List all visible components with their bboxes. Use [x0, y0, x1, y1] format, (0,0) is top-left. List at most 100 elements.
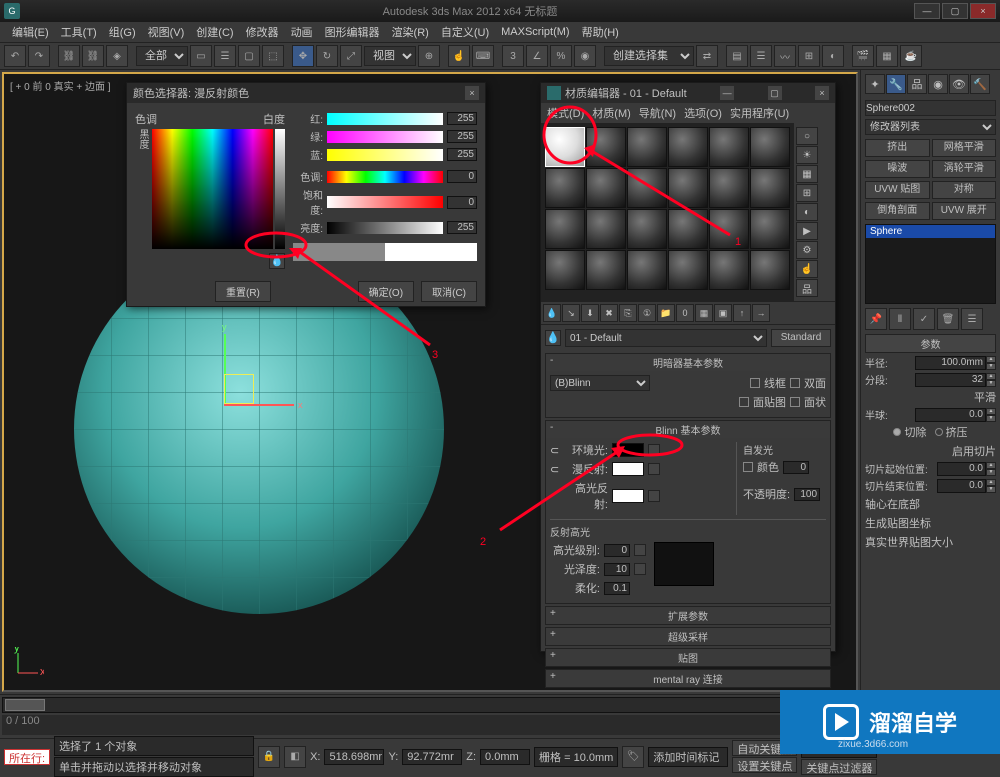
- put-to-scene-icon[interactable]: ↘: [562, 304, 580, 322]
- go-parent-icon[interactable]: ↑: [733, 304, 751, 322]
- slicefrom-field[interactable]: 0.0: [937, 462, 986, 476]
- layers-button[interactable]: ☰: [750, 45, 772, 67]
- me-menu-material[interactable]: 材质(M): [592, 105, 631, 121]
- specular-swatch[interactable]: [612, 489, 644, 503]
- make-preview-icon[interactable]: ▶: [796, 222, 818, 240]
- material-slot[interactable]: [586, 168, 626, 208]
- radius-up[interactable]: ▲: [986, 356, 996, 363]
- material-slot[interactable]: [709, 250, 749, 290]
- tab-utilities-icon[interactable]: 🔨: [970, 74, 990, 94]
- me-menu-modes[interactable]: 模式(D): [547, 105, 584, 121]
- selfillum-color-checkbox[interactable]: [743, 462, 753, 472]
- me-close-button[interactable]: ×: [815, 86, 829, 100]
- unlink-button[interactable]: ⛓: [82, 45, 104, 67]
- mod-btn-uvwmap[interactable]: UVW 贴图: [865, 181, 930, 199]
- selfillum-field[interactable]: 0: [783, 461, 809, 474]
- material-slot[interactable]: [545, 209, 585, 249]
- facemap-checkbox[interactable]: [739, 397, 749, 407]
- percent-snap-button[interactable]: %: [550, 45, 572, 67]
- redo-button[interactable]: ↷: [28, 45, 50, 67]
- 2sided-checkbox[interactable]: [790, 378, 800, 388]
- material-slot[interactable]: [750, 250, 790, 290]
- hemi-dn[interactable]: ▼: [986, 415, 996, 422]
- rollout-extended[interactable]: 扩展参数: [546, 607, 830, 624]
- material-slot[interactable]: [586, 127, 626, 167]
- material-slot[interactable]: [668, 250, 708, 290]
- diffuse-map-button[interactable]: [648, 463, 660, 475]
- go-sibling-icon[interactable]: →: [752, 304, 770, 322]
- soften-field[interactable]: 0.1: [604, 582, 630, 595]
- show-end-icon[interactable]: Ⅱ: [889, 308, 911, 330]
- tab-motion-icon[interactable]: ◉: [928, 74, 948, 94]
- me-menu-utilities[interactable]: 实用程序(U): [730, 105, 789, 121]
- rollout-supersample[interactable]: 超级采样: [546, 628, 830, 645]
- material-slot[interactable]: [668, 127, 708, 167]
- speclvl-map-button[interactable]: [634, 544, 646, 556]
- segs-dn[interactable]: ▼: [986, 380, 996, 387]
- current-row-button[interactable]: 所在行:: [4, 749, 50, 765]
- make-unique-icon[interactable]: ✓: [913, 308, 935, 330]
- tab-display-icon[interactable]: 👁: [949, 74, 969, 94]
- hemi-field[interactable]: 0.0: [915, 408, 986, 422]
- squash-radio[interactable]: [935, 428, 943, 436]
- rollout-shader-params[interactable]: 明暗器基本参数: [546, 354, 830, 371]
- render-setup-button[interactable]: 🎬: [852, 45, 874, 67]
- menu-create[interactable]: 创建(C): [190, 22, 239, 42]
- v-field[interactable]: 255: [447, 221, 477, 234]
- segs-field[interactable]: 32: [915, 373, 986, 387]
- show-map-icon[interactable]: ▦: [695, 304, 713, 322]
- snap-button[interactable]: 3: [502, 45, 524, 67]
- wire-checkbox[interactable]: [750, 378, 760, 388]
- configure-sets-icon[interactable]: ☰: [961, 308, 983, 330]
- gloss-map-button[interactable]: [634, 563, 646, 575]
- menu-help[interactable]: 帮助(H): [576, 22, 625, 42]
- material-slot[interactable]: [627, 209, 667, 249]
- material-slot[interactable]: [668, 209, 708, 249]
- rollout-maps[interactable]: 贴图: [546, 649, 830, 666]
- window-maximize-button[interactable]: ▢: [942, 3, 968, 19]
- whiteness-slider[interactable]: [275, 129, 285, 249]
- named-selection-dropdown[interactable]: 创建选择集: [604, 46, 694, 66]
- st-up[interactable]: ▲: [986, 479, 996, 486]
- render-frame-button[interactable]: ▦: [876, 45, 898, 67]
- tab-create-icon[interactable]: ✦: [865, 74, 885, 94]
- material-type-button[interactable]: Standard: [771, 329, 831, 347]
- put-to-lib-icon[interactable]: 📁: [657, 304, 675, 322]
- st-dn[interactable]: ▼: [986, 486, 996, 493]
- h-field[interactable]: 0: [447, 170, 477, 183]
- rollout-mentalray[interactable]: mental ray 连接: [546, 670, 830, 687]
- material-slot[interactable]: [627, 168, 667, 208]
- mod-btn-extrude[interactable]: 挤出: [865, 139, 930, 157]
- bind-button[interactable]: ◈: [106, 45, 128, 67]
- green-slider[interactable]: [327, 131, 443, 143]
- material-slot[interactable]: [668, 168, 708, 208]
- radius-dn[interactable]: ▼: [986, 363, 996, 370]
- material-slot[interactable]: [750, 209, 790, 249]
- v-slider[interactable]: [327, 222, 443, 234]
- window-close-button[interactable]: ×: [970, 3, 996, 19]
- hue-field[interactable]: [152, 129, 273, 249]
- modifier-stack[interactable]: Sphere: [865, 224, 996, 304]
- setkey-button[interactable]: 设置关键点: [732, 757, 797, 773]
- mat-id-icon[interactable]: 0: [676, 304, 694, 322]
- sample-uv-icon[interactable]: ⊞: [796, 184, 818, 202]
- mod-btn-symmetry[interactable]: 对称: [932, 181, 997, 199]
- reset-button[interactable]: 重置(R): [215, 281, 271, 302]
- scale-button[interactable]: ⤢: [340, 45, 362, 67]
- mod-btn-turbosmooth[interactable]: 涡轮平滑: [932, 160, 997, 178]
- ambient-swatch[interactable]: [612, 443, 644, 457]
- modifier-list-dropdown[interactable]: 修改器列表: [865, 119, 996, 135]
- add-time-tag[interactable]: 添加时间标记: [648, 747, 728, 767]
- remove-mod-icon[interactable]: 🗑: [937, 308, 959, 330]
- make-copy-icon[interactable]: ⎘: [619, 304, 637, 322]
- lock-ambient-icon[interactable]: ⊂: [550, 444, 560, 457]
- material-editor-button[interactable]: ◐: [822, 45, 844, 67]
- select-name-button[interactable]: ☰: [214, 45, 236, 67]
- menu-modifiers[interactable]: 修改器: [240, 22, 285, 42]
- pick-material-icon[interactable]: 💧: [545, 330, 561, 346]
- backlight-icon[interactable]: ☀: [796, 146, 818, 164]
- window-minimize-button[interactable]: —: [914, 3, 940, 19]
- rollout-parameters[interactable]: 参数: [865, 334, 996, 353]
- opacity-field[interactable]: 100: [794, 488, 820, 501]
- blue-slider[interactable]: [327, 149, 443, 161]
